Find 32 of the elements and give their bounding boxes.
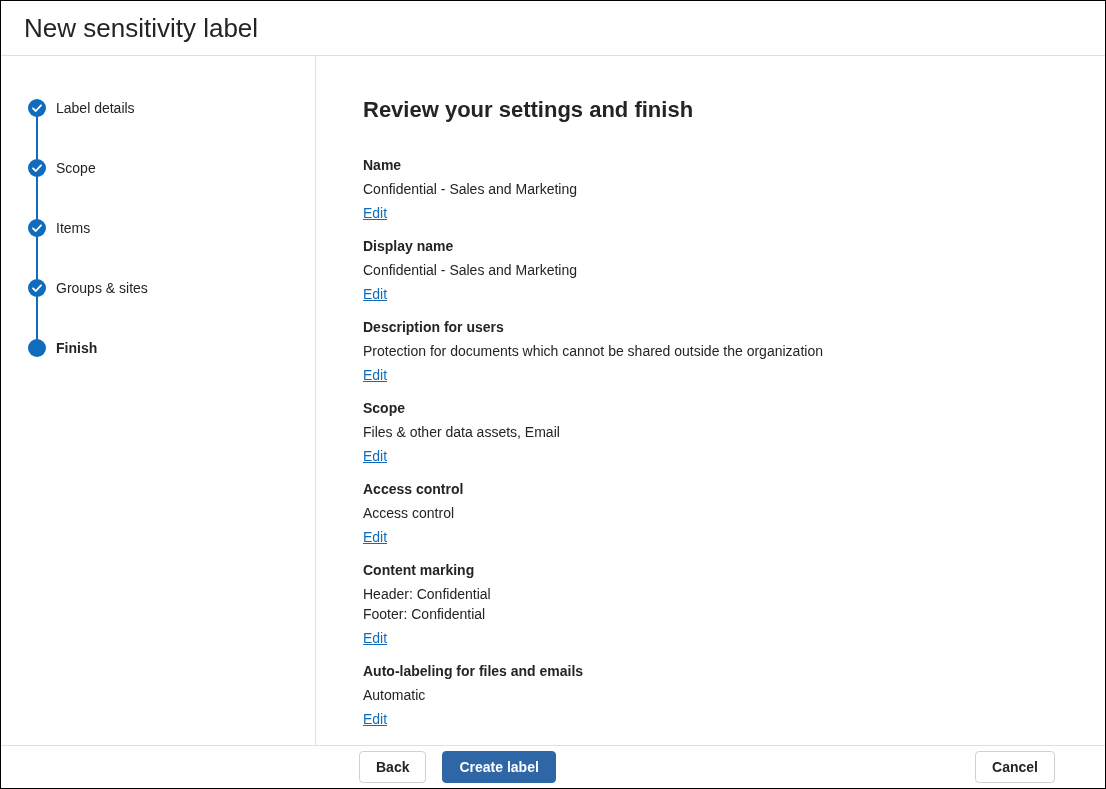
setting-value: Automatic [363,686,427,705]
setting-value: Files & other data assets, Email [363,423,561,442]
step-item[interactable]: Finish [56,339,98,357]
create-label-button[interactable]: Create label [442,751,556,783]
edit-link[interactable]: Edit [363,527,388,547]
setting-label: Name [363,156,403,175]
setting-value: Footer: Confidential [363,605,487,624]
edit-link[interactable]: Edit [363,284,388,304]
back-button[interactable]: Back [359,751,427,783]
window-title: New sensitivity label [24,12,259,45]
setting-value: Protection for documents which cannot be shared outside the organization [363,342,824,361]
edit-link[interactable]: Edit [363,446,388,466]
setting-value: Access control [363,504,456,523]
edit-link[interactable]: Edit [363,365,388,385]
setting-value: Header: Confidential [363,585,492,604]
setting-label: Scope [363,399,406,418]
step-item[interactable]: Groups & sites [56,279,148,297]
edit-link[interactable]: Edit [363,628,388,648]
setting-label: Content marking [363,561,476,580]
setting-value: Confidential - Sales and Marketing [363,261,578,280]
step-item[interactable]: Items [56,219,91,237]
setting-label: Description for users [363,318,505,337]
step-item[interactable]: Label details [56,99,135,117]
setting-label: Access control [363,480,465,499]
step-item[interactable]: Scope [56,159,96,177]
setting-value: Confidential - Sales and Marketing [363,180,578,199]
setting-label: Auto-labeling for files and emails [363,662,585,681]
page-heading: Review your settings and finish [363,96,695,124]
cancel-button[interactable]: Cancel [975,751,1055,783]
setting-label: Display name [363,237,455,256]
edit-link[interactable]: Edit [363,203,388,223]
edit-link[interactable]: Edit [363,709,388,729]
